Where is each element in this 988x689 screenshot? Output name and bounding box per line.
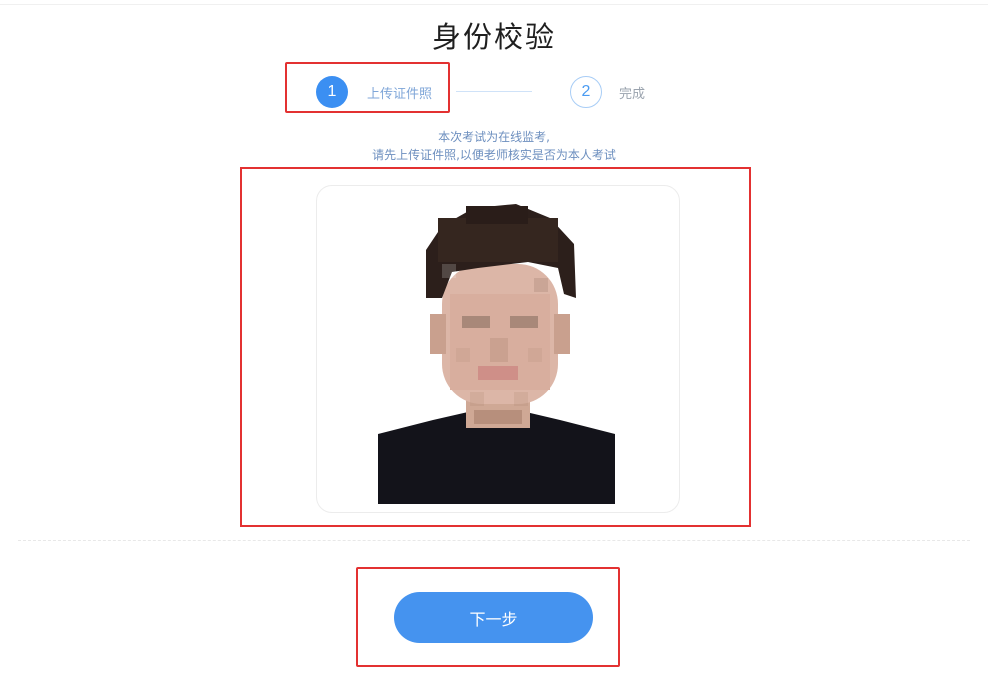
step-2-label: 完成 [619, 87, 646, 102]
exam-notice: 本次考试为在线监考, 请先上传证件照,以便老师核实是否为本人考试 [0, 128, 988, 164]
id-photo [378, 198, 615, 504]
step-connector [456, 91, 532, 92]
pixelated-portrait-image [378, 198, 615, 504]
notice-line-2: 请先上传证件照,以便老师核实是否为本人考试 [372, 148, 616, 162]
step-indicator: 1 上传证件照 2 完成 [0, 73, 988, 113]
section-divider [18, 540, 970, 541]
step-highlight-box [285, 62, 450, 113]
next-step-button[interactable]: 下一步 [394, 592, 593, 643]
step-2-number: 2 [570, 76, 602, 108]
top-divider [0, 4, 988, 5]
notice-line-1: 本次考试为在线监考, [438, 130, 550, 144]
page-title: 身份校验 [431, 20, 556, 54]
